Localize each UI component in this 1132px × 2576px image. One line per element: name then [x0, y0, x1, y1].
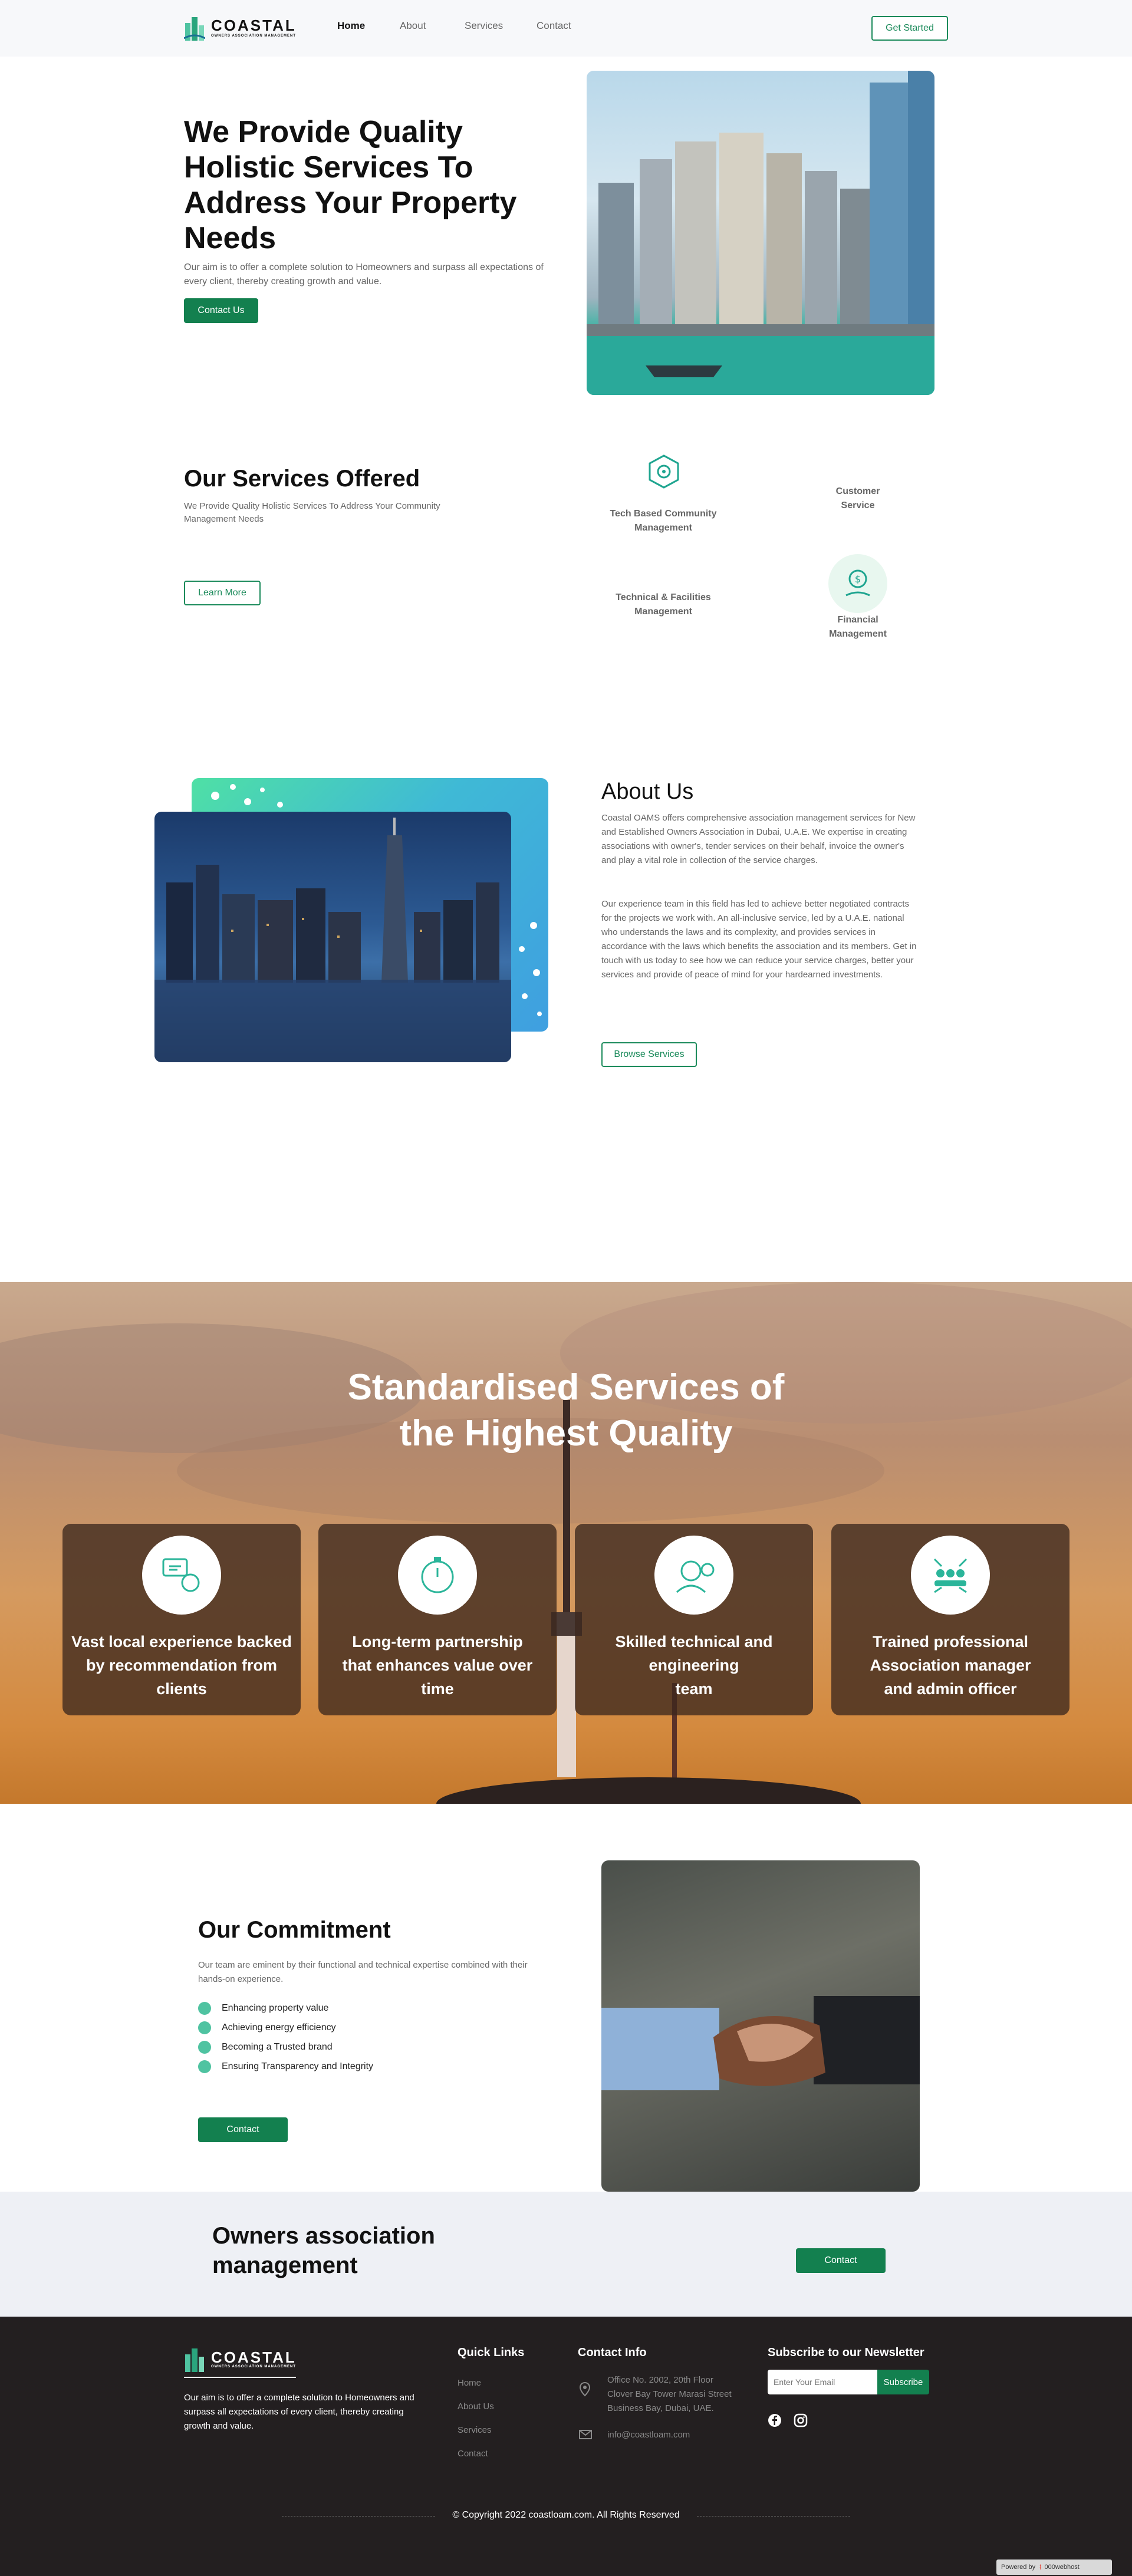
check-icon — [198, 2060, 211, 2073]
about-title: About Us — [601, 779, 694, 804]
feature-text-line: and admin officer — [884, 1680, 1017, 1698]
footer-logo-underline — [184, 2377, 296, 2378]
brand-tagline: OWNERS ASSOCIATION MANAGEMENT — [211, 34, 296, 38]
location-pin-icon — [579, 2381, 591, 2397]
cta-contact-button[interactable]: Contact — [796, 2248, 886, 2273]
money-hand-icon: $ — [845, 569, 870, 597]
network-hexagon-icon — [646, 454, 682, 489]
feature-card: Long-term partnership that enhances valu… — [318, 1524, 557, 1715]
browse-services-button[interactable]: Browse Services — [601, 1042, 697, 1067]
footer-link-contact[interactable]: Contact — [458, 2449, 488, 2459]
standardised-services-band: Standardised Services of the Highest Qua… — [0, 1282, 1132, 1804]
commitment-item: Ensuring Transparency and Integrity — [222, 2061, 374, 2071]
footer-link-home[interactable]: Home — [458, 2378, 481, 2388]
feature-text-line: engineering — [649, 1656, 739, 1674]
feature-text-line: time — [421, 1680, 454, 1698]
feature-card: Vast local experience backed by recommen… — [62, 1524, 301, 1715]
footer-link-services[interactable]: Services — [458, 2425, 492, 2435]
feature-text-line: Trained professional — [872, 1633, 1029, 1651]
cta-title-line2: management — [212, 2252, 358, 2278]
features-title-line1: Standardised Services of — [347, 1367, 785, 1408]
building-logo-icon — [183, 15, 206, 41]
footer-brand-name: COASTAL — [211, 2348, 297, 2366]
address-line-3: Business Bay, Dubai, UAE. — [607, 2403, 714, 2413]
top-navbar: COASTAL OWNERS ASSOCIATION MANAGEMENT Ho… — [0, 0, 1132, 57]
footer-logo[interactable]: COASTAL OWNERS ASSOCIATION MANAGEMENT — [184, 2346, 297, 2372]
commitment-text: Our team are eminent by their functional… — [198, 1960, 528, 1984]
nav-link-services[interactable]: Services — [465, 20, 503, 32]
services-title: Our Services Offered — [184, 466, 420, 492]
feature-text-line: Association manager — [870, 1656, 1031, 1674]
engineer-icon — [654, 1536, 733, 1615]
commitment-title: Our Commitment — [198, 1917, 391, 1943]
about-paragraph-1: Coastal OAMS offers comprehensive associ… — [601, 813, 916, 865]
building-logo-icon — [185, 2348, 204, 2372]
about-paragraph-2: Our experience team in this field has le… — [601, 899, 917, 980]
service-customer[interactable]: Customer Service — [820, 485, 896, 513]
cta-band — [0, 2192, 1132, 2317]
commitment-item: Enhancing property value — [222, 2003, 329, 2013]
service-tech-community[interactable]: Tech Based Community Management — [607, 507, 719, 535]
feature-text-line: Skilled technical and — [615, 1633, 773, 1651]
commitment-contact-button[interactable]: Contact — [198, 2117, 288, 2142]
powered-by-label: Powered by — [1001, 2564, 1036, 2571]
finance-circle: $ — [828, 554, 887, 613]
feature-text-line: Vast local experience backed — [71, 1633, 292, 1651]
footer-brand-tagline: OWNERS ASSOCIATION MANAGEMENT — [211, 2365, 296, 2369]
feature-text-line: team — [675, 1680, 713, 1698]
stopwatch-handshake-icon — [398, 1536, 477, 1615]
address-line-2: Clover Bay Tower Marasi Street — [607, 2389, 732, 2399]
footer: COASTAL OWNERS ASSOCIATION MANAGEMENT Ou… — [0, 2317, 1132, 2576]
facebook-icon[interactable] — [768, 2413, 782, 2427]
check-icon — [198, 2021, 211, 2034]
host-name: 000webhost — [1044, 2564, 1080, 2571]
host-logo-icon: ⌇ — [1039, 2564, 1042, 2571]
cta-title-line1: Owners association — [212, 2223, 435, 2249]
hero-text: Our aim is to offer a complete solution … — [184, 262, 544, 286]
feature-text-line: Long-term partnership — [352, 1633, 523, 1651]
hosting-badge[interactable]: Powered by ⌇ 000webhost — [996, 2559, 1112, 2575]
feature-card: Trained professional Association manager… — [831, 1524, 1070, 1715]
service-financial[interactable]: Financial Management — [820, 613, 896, 641]
nav-link-about[interactable]: About — [400, 20, 426, 32]
check-icon — [198, 2002, 211, 2015]
team-icon — [911, 1536, 990, 1615]
commitment-item: Achieving energy efficiency — [222, 2022, 336, 2033]
contact-info-title: Contact Info — [578, 2346, 647, 2359]
footer-email[interactable]: info@coastloam.com — [607, 2430, 690, 2440]
features-title-line2: the Highest Quality — [399, 1413, 733, 1454]
contact-us-button[interactable]: Contact Us — [184, 298, 258, 323]
about-city-image — [154, 812, 511, 1062]
brand-name: COASTAL — [211, 17, 297, 34]
hero-marina-image — [587, 71, 934, 395]
check-icon — [198, 2041, 211, 2054]
quick-links-title: Quick Links — [458, 2346, 525, 2359]
footer-link-about[interactable]: About Us — [458, 2402, 494, 2412]
nav-link-home[interactable]: Home — [337, 20, 365, 32]
newsletter-title: Subscribe to our Newsletter — [768, 2346, 924, 2359]
hero-title: We Provide Quality Holistic Services To … — [184, 115, 517, 255]
footer-about-text: Our aim is to offer a complete solution … — [184, 2393, 414, 2431]
learn-more-button[interactable]: Learn More — [184, 581, 261, 605]
feature-text-line: clients — [156, 1680, 207, 1698]
service-technical-facilities[interactable]: Technical & Facilities Management — [607, 591, 719, 619]
newsletter-email-input[interactable] — [768, 2370, 877, 2394]
mail-icon — [579, 2430, 592, 2439]
experience-icon — [142, 1536, 221, 1615]
copyright-text: © Copyright 2022 coastloam.com. All Righ… — [452, 2510, 680, 2520]
brand-logo[interactable]: COASTAL OWNERS ASSOCIATION MANAGEMENT — [183, 13, 297, 42]
handshake-image — [601, 1860, 920, 2192]
subscribe-button[interactable]: Subscribe — [877, 2370, 929, 2394]
nav-link-contact[interactable]: Contact — [537, 20, 571, 32]
address-line-1: Office No. 2002, 20th Floor — [607, 2375, 713, 2385]
get-started-button[interactable]: Get Started — [871, 16, 948, 41]
feature-card: Skilled technical and engineering team — [575, 1524, 813, 1715]
svg-text:$: $ — [855, 574, 861, 585]
feature-text-line: by recommendation from — [85, 1656, 278, 1674]
instagram-icon[interactable] — [794, 2413, 808, 2427]
commitment-item: Becoming a Trusted brand — [222, 2042, 333, 2052]
feature-text-line: that enhances value over — [342, 1656, 533, 1674]
services-text: We Provide Quality Holistic Services To … — [184, 501, 440, 524]
